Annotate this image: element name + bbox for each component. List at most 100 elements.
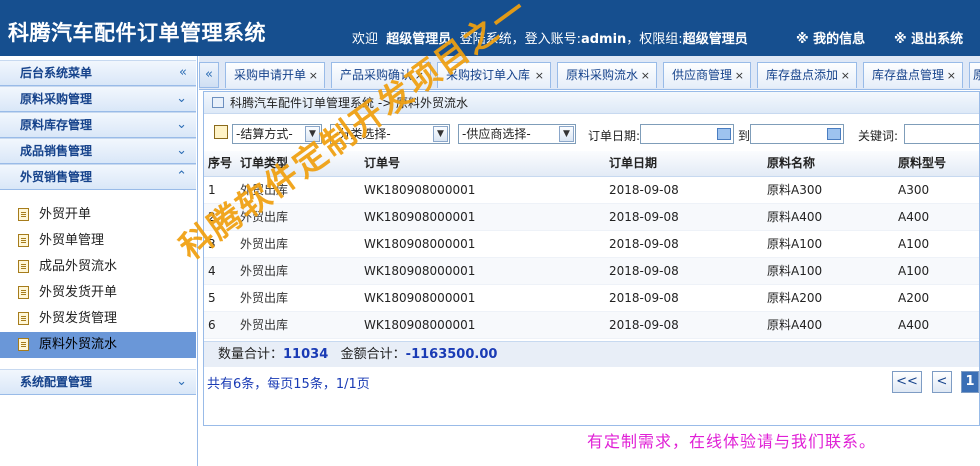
app-title: 科腾汽车配件订单管理系统 xyxy=(8,21,266,45)
start-date-input[interactable] xyxy=(640,124,734,144)
tab-supplier-manage[interactable]: 供应商管理 × xyxy=(663,62,751,88)
column-header[interactable]: 订单日期 xyxy=(609,151,657,177)
sidebar-item-shipping-manage[interactable]: 外贸发货管理 xyxy=(0,306,196,332)
cell-order-type: 外贸出库 xyxy=(240,318,289,332)
cell-order-type: 外贸出库 xyxy=(240,210,289,224)
sidebar-section-product-sales[interactable]: 成品销售管理 ⌄ xyxy=(0,138,196,164)
my-info-link[interactable]: ※ 我的信息 xyxy=(796,28,865,47)
sidebar-item-foreign-order[interactable]: 外贸开单 xyxy=(0,202,196,228)
sidebar-section-material-purchase[interactable]: 原料采购管理 ⌄ xyxy=(0,86,196,112)
table-row[interactable]: 3 外贸出库 WK180908000001 2018-09-08 原料A100 … xyxy=(204,231,979,258)
sidebar-item-label: 外贸发货开单 xyxy=(39,285,118,300)
first-page-button[interactable]: << xyxy=(892,371,922,393)
sidebar-section-backend-menu[interactable]: 后台系统菜单 « xyxy=(0,60,196,86)
cell-index: 2 xyxy=(208,210,216,224)
tab-material-purchase-flow[interactable]: 原料采购流水 × xyxy=(557,62,657,88)
close-icon[interactable]: × xyxy=(735,63,744,88)
chevron-down-icon: ⌄ xyxy=(176,117,187,132)
close-icon[interactable]: × xyxy=(415,63,424,88)
sidebar-item-material-flow[interactable]: 原料外贸流水 xyxy=(0,332,196,358)
app-header: 科腾汽车配件订单管理系统 欢迎 超级管理员 登陆系统，登入账号:admin，权限… xyxy=(0,0,980,56)
sidebar-item-label: 外贸单管理 xyxy=(39,233,105,248)
sidebar-item-label: 外贸开单 xyxy=(39,207,92,222)
settle-method-select[interactable]: -结算方式- ▼ xyxy=(232,124,322,144)
column-header[interactable]: 订单号 xyxy=(364,151,400,177)
group-text: ，权限组: xyxy=(626,32,683,47)
tab-purchase-inbound[interactable]: 采购按订单入库 × xyxy=(437,62,551,88)
sidebar-item-label: 外贸发货管理 xyxy=(39,311,118,326)
column-header[interactable]: 序号 xyxy=(208,151,232,177)
column-header[interactable]: 原料名称 xyxy=(767,151,815,177)
calendar-icon[interactable] xyxy=(717,128,731,140)
cell-material-model: A100 xyxy=(898,237,930,251)
tab-inventory-manage[interactable]: 库存盘点管理 × xyxy=(863,62,963,88)
document-icon xyxy=(18,312,29,325)
amount-total-value: -1163500.00 xyxy=(405,347,498,362)
cell-material-name: 原料A200 xyxy=(767,291,823,305)
logout-link[interactable]: ※ 退出系统 xyxy=(894,28,963,47)
cell-order-date: 2018-09-08 xyxy=(609,183,679,197)
cell-index: 1 xyxy=(208,183,216,197)
sidebar-item-shipping-order[interactable]: 外贸发货开单 xyxy=(0,280,196,306)
current-page-button[interactable]: 1 xyxy=(961,371,979,393)
table-row[interactable]: 2 外贸出库 WK180908000001 2018-09-08 原料A400 … xyxy=(204,204,979,231)
table-row[interactable]: 5 外贸出库 WK180908000001 2018-09-08 原料A200 … xyxy=(204,285,979,312)
cell-order-no: WK180908000001 xyxy=(364,291,476,305)
keyword-input[interactable] xyxy=(904,124,979,144)
table-row[interactable]: 4 外贸出库 WK180908000001 2018-09-08 原料A100 … xyxy=(204,258,979,285)
category-select[interactable]: -分类选择- ▼ xyxy=(330,124,450,144)
sidebar-section-material-stock[interactable]: 原料库存管理 ⌄ xyxy=(0,112,196,138)
tab-purchase-request[interactable]: 采购申请开单 × xyxy=(225,62,325,88)
cell-order-type: 外贸出库 xyxy=(240,264,289,278)
table-row[interactable]: 6 外贸出库 WK180908000001 2018-09-08 原料A400 … xyxy=(204,312,979,339)
document-icon xyxy=(18,208,29,221)
to-label: 到 xyxy=(738,129,751,143)
column-header[interactable]: 订单类型 xyxy=(240,151,288,177)
cell-order-no: WK180908000001 xyxy=(364,264,476,278)
document-icon xyxy=(18,234,29,247)
chevron-up-icon: ⌃ xyxy=(176,169,187,184)
close-icon[interactable]: × xyxy=(309,63,318,88)
amount-total-label: 金额合计： xyxy=(340,347,406,362)
cell-material-model: A400 xyxy=(898,318,930,332)
close-icon[interactable]: × xyxy=(947,63,956,88)
cell-order-date: 2018-09-08 xyxy=(609,291,679,305)
column-header[interactable]: 原料型号 xyxy=(898,151,946,177)
table-row[interactable]: 1 外贸出库 WK180908000001 2018-09-08 原料A300 … xyxy=(204,177,979,204)
sidebar-item-product-flow[interactable]: 成品外贸流水 xyxy=(0,254,196,280)
tab-label: 采购按订单入库 xyxy=(446,68,531,82)
collapse-sidebar-icon[interactable]: « xyxy=(179,61,187,85)
sidebar-section-system-config[interactable]: 系统配置管理 ⌄ xyxy=(0,369,196,395)
tab-label: 供应商管理 xyxy=(672,68,733,82)
end-date-input[interactable] xyxy=(750,124,844,144)
section-label: 系统配置管理 xyxy=(20,375,93,389)
tab-overflow[interactable]: 原 xyxy=(969,62,980,88)
tab-inventory-add[interactable]: 库存盘点添加 × xyxy=(757,62,857,88)
tab-product-purchase-confirm[interactable]: 产品采购确认 × xyxy=(331,62,431,88)
tab-scroll-left-button[interactable]: « xyxy=(199,62,219,88)
user-role: 超级管理员 xyxy=(386,32,452,47)
table-header: 序号 订单类型 订单号 订单日期 原料名称 原料型号 xyxy=(204,151,979,177)
document-icon xyxy=(18,260,29,273)
supplier-select[interactable]: -供应商选择- ▼ xyxy=(458,124,576,144)
section-label: 后台系统菜单 xyxy=(20,66,93,80)
section-label: 原料库存管理 xyxy=(20,118,93,132)
cell-material-name: 原料A400 xyxy=(767,210,823,224)
cell-order-date: 2018-09-08 xyxy=(609,210,679,224)
sidebar-item-label: 原料外贸流水 xyxy=(39,337,118,352)
close-icon[interactable]: × xyxy=(841,63,850,88)
sidebar-item-foreign-order-manage[interactable]: 外贸单管理 xyxy=(0,228,196,254)
prev-page-button[interactable]: < xyxy=(932,371,952,393)
tab-label: 库存盘点管理 xyxy=(872,68,945,82)
cell-order-type: 外贸出库 xyxy=(240,291,289,305)
tab-label: 库存盘点添加 xyxy=(766,68,839,82)
cell-order-no: WK180908000001 xyxy=(364,237,476,251)
close-icon[interactable]: × xyxy=(641,63,650,88)
close-icon[interactable]: × xyxy=(535,63,544,88)
sidebar-item-label: 成品外贸流水 xyxy=(39,259,118,274)
window-icon xyxy=(212,97,224,108)
sidebar-section-foreign-trade[interactable]: 外贸销售管理 ⌃ xyxy=(0,164,196,190)
calendar-icon[interactable] xyxy=(827,128,841,140)
search-icon[interactable] xyxy=(214,125,228,139)
breadcrumb-text: 科腾汽车配件订单管理系统 -> 原料外贸流水 xyxy=(230,96,469,110)
